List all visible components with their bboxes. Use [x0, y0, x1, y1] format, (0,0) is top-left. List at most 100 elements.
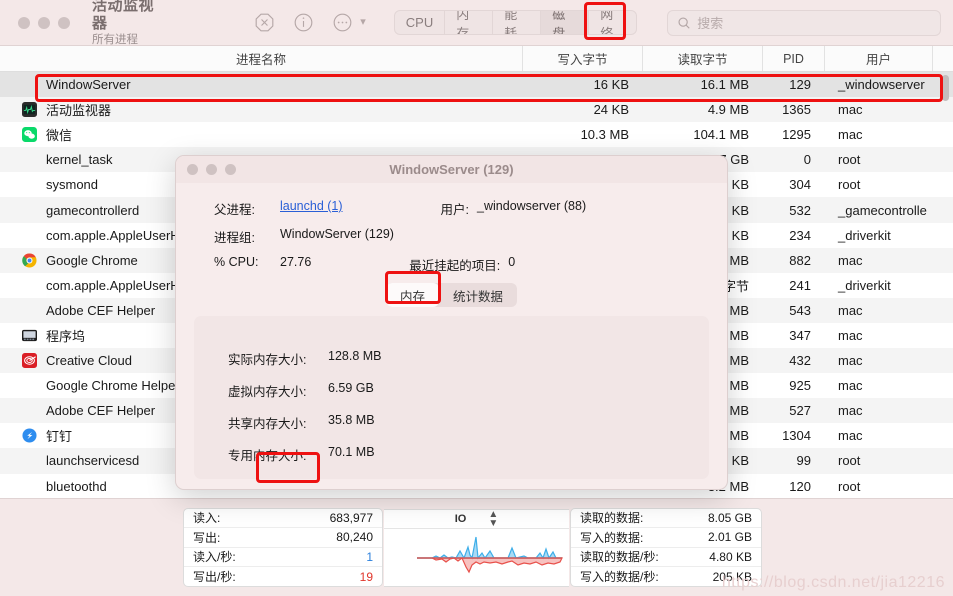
memory-label: 实际内存大小: — [228, 353, 307, 367]
io-graph-title: IO — [454, 512, 467, 525]
user-value: _windowserver (88) — [477, 199, 587, 213]
tab-cpu[interactable]: CPU — [395, 11, 446, 34]
column-header-user[interactable]: 用户 — [825, 46, 933, 71]
dialog-info-block: 父进程: launchd (1) 用户: _windowserver (88) … — [176, 183, 727, 274]
stat-value: 19 — [359, 569, 373, 584]
process-name-text: WindowServer — [46, 77, 131, 93]
cell-pid: 99 — [796, 453, 811, 469]
memory-value: 35.8 MB — [328, 413, 375, 427]
cell-user: _windowserver — [838, 77, 925, 93]
memory-row: 虚拟内存大小: 6.59 GB — [228, 381, 709, 400]
tab-disk[interactable]: 磁盘 — [541, 11, 590, 34]
cell-process-name: WindowServer — [0, 77, 523, 92]
io-graph-canvas — [384, 529, 569, 592]
cell-bytes-read: 104.1 MB — [693, 127, 749, 143]
cell-bytes-written: 24 KB — [593, 102, 629, 118]
table-row[interactable]: 活动监视器 24 KB 4.9 MB 1365 mac — [0, 97, 953, 123]
stat-value: 1 — [366, 549, 373, 564]
cell-bytes-written: 10.3 MB — [580, 127, 629, 143]
cell-pid: 925 — [789, 378, 811, 394]
chevron-down-icon[interactable]: ▾ — [360, 17, 366, 28]
dialog-tab-memory[interactable]: 内存 — [385, 283, 439, 307]
minimize-window-button[interactable] — [38, 16, 50, 29]
process-name-text: Google Chrome — [46, 252, 138, 268]
stat-row: 读取的数据: 8.05 GB — [571, 509, 761, 529]
tab-energy[interactable]: 能耗 — [493, 11, 542, 34]
parent-process-link[interactable]: launchd (1) — [280, 199, 343, 218]
close-window-button[interactable] — [18, 16, 30, 29]
user-label: 用户: — [440, 203, 470, 217]
stat-row: 写出: 80,240 — [184, 528, 382, 548]
cell-pid: 527 — [789, 403, 811, 419]
column-header-bytes-written[interactable]: 写入字节 — [523, 46, 643, 71]
dialog-tab-statistics[interactable]: 统计数据 — [439, 283, 517, 307]
table-row[interactable]: WindowServer 16 KB 16.1 MB 129 _windowserver — [0, 72, 953, 98]
table-row[interactable]: 微信 10.3 MB 104.1 MB 1295 mac — [0, 122, 953, 147]
cell-pid: 0 — [803, 152, 811, 168]
cell-user: mac — [838, 102, 863, 118]
cell-pid: 432 — [789, 353, 811, 369]
dingtalk-icon — [22, 428, 37, 443]
inspect-process-icon[interactable] — [293, 12, 314, 33]
tab-network[interactable]: 网络 — [589, 11, 636, 34]
column-header-process-name[interactable]: 进程名称 — [0, 46, 523, 71]
memory-value: 6.59 GB — [328, 381, 374, 395]
process-name-text: kernel_task — [46, 152, 113, 168]
view-tabs: CPU 内存 能耗 磁盘 网络 — [393, 10, 638, 35]
cell-user: root — [838, 478, 861, 494]
cpu-percent-value: 27.76 — [280, 255, 312, 269]
stat-value: 2.01 GB — [707, 530, 752, 545]
stat-value: 8.05 GB — [707, 510, 752, 525]
cpu-percent-label: % CPU: — [214, 255, 259, 269]
cell-pid: 1304 — [782, 428, 811, 444]
column-header-pad — [933, 46, 953, 71]
stop-process-icon[interactable] — [254, 12, 275, 33]
dock-icon — [22, 329, 37, 342]
cell-user: _driverkit — [838, 227, 891, 243]
cell-pid: 234 — [789, 227, 811, 243]
page-title: 活动监视器 — [92, 0, 155, 32]
cell-user: mac — [838, 252, 863, 268]
process-inspector-dialog: WindowServer (129) 父进程: launchd (1) 用户: … — [175, 155, 728, 490]
process-name-text: sysmond — [46, 177, 99, 193]
column-header-bytes-read[interactable]: 读取字节 — [643, 46, 763, 71]
memory-row: 专用内存大小: 70.1 MB — [228, 445, 709, 464]
process-name-text: 微信 — [46, 128, 73, 144]
search-placeholder: 搜索 — [697, 16, 724, 31]
process-name-text: 程序坞 — [46, 328, 86, 344]
table-scrollbar[interactable] — [942, 72, 950, 498]
cell-pid: 882 — [789, 252, 811, 268]
cell-pid: 241 — [789, 277, 811, 293]
memory-row: 共享内存大小: 35.8 MB — [228, 413, 709, 432]
maximize-window-button[interactable] — [58, 16, 70, 29]
sort-selector-icon[interactable]: ▲ ▼ — [488, 509, 498, 528]
io-bytes-panel: 读取的数据: 8.05 GB 写入的数据: 2.01 GB 读取的数据/秒: 4… — [570, 507, 762, 588]
creative-cloud-icon — [22, 353, 37, 369]
column-header-pid[interactable]: PID — [763, 46, 825, 71]
stat-row: 读取的数据/秒: 4.80 KB — [571, 548, 761, 567]
stat-value: 205 KB — [712, 569, 752, 584]
stat-label: 读取的数据/秒: — [580, 550, 659, 565]
activity-monitor-icon — [22, 102, 37, 118]
cell-bytes-read: 16.1 MB — [700, 77, 749, 93]
cell-pid: 532 — [789, 202, 811, 218]
process-name-text: Adobe CEF Helper — [46, 302, 156, 318]
cell-pid: 120 — [789, 478, 811, 494]
stat-value: 683,977 — [329, 510, 373, 525]
cell-bytes-written: 16 KB — [593, 77, 629, 93]
memory-value: 70.1 MB — [328, 445, 375, 459]
page-subtitle: 所有进程 — [92, 33, 138, 46]
process-group-label: 进程组: — [214, 231, 255, 245]
process-name-text: Adobe CEF Helper — [46, 403, 156, 419]
toolbar-icon-group: ▾ — [254, 12, 366, 33]
activity-monitor-window: 活动监视器 所有进程 ▾ CPU 内存 能耗 磁盘 网络 搜索 进程名称 写入字… — [0, 0, 953, 596]
wechat-icon — [22, 127, 37, 143]
tab-memory[interactable]: 内存 — [445, 11, 494, 34]
more-options-icon[interactable] — [332, 12, 353, 33]
stat-row: 写出/秒: 19 — [184, 567, 382, 586]
process-name-text: com.apple.AppleUserHI — [46, 277, 184, 293]
cell-pid: 1295 — [782, 127, 811, 143]
cell-user: root — [838, 152, 861, 168]
search-input[interactable]: 搜索 — [667, 9, 941, 36]
scrollbar-thumb[interactable] — [942, 75, 949, 101]
